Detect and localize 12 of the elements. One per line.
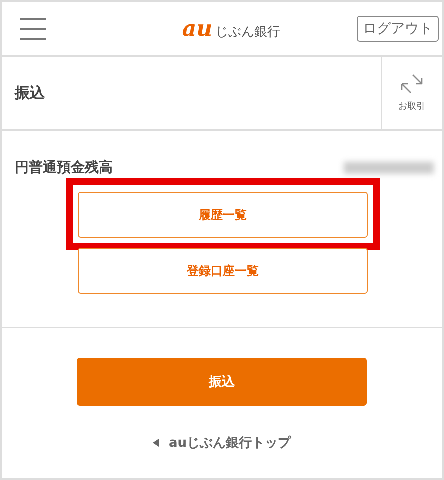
transfer-button[interactable]: 振込 bbox=[77, 358, 367, 406]
list-button[interactable]: 登録口座一覧 bbox=[78, 248, 368, 294]
list-button[interactable]: 履歴一覧 bbox=[78, 192, 368, 238]
swap-arrows-icon bbox=[401, 74, 423, 94]
left-triangle-icon bbox=[152, 439, 159, 447]
page-title: 振込 bbox=[14, 84, 46, 102]
logo: au じぶん銀行 bbox=[182, 16, 281, 42]
balance-label: 円普通預金残高 bbox=[15, 159, 113, 177]
logout-button[interactable]: ログアウト bbox=[357, 16, 439, 42]
menu-icon[interactable] bbox=[20, 16, 46, 40]
back-link[interactable]: auじぶん銀行トップ bbox=[152, 434, 292, 452]
transactions-button[interactable]: お取引 bbox=[381, 57, 442, 129]
